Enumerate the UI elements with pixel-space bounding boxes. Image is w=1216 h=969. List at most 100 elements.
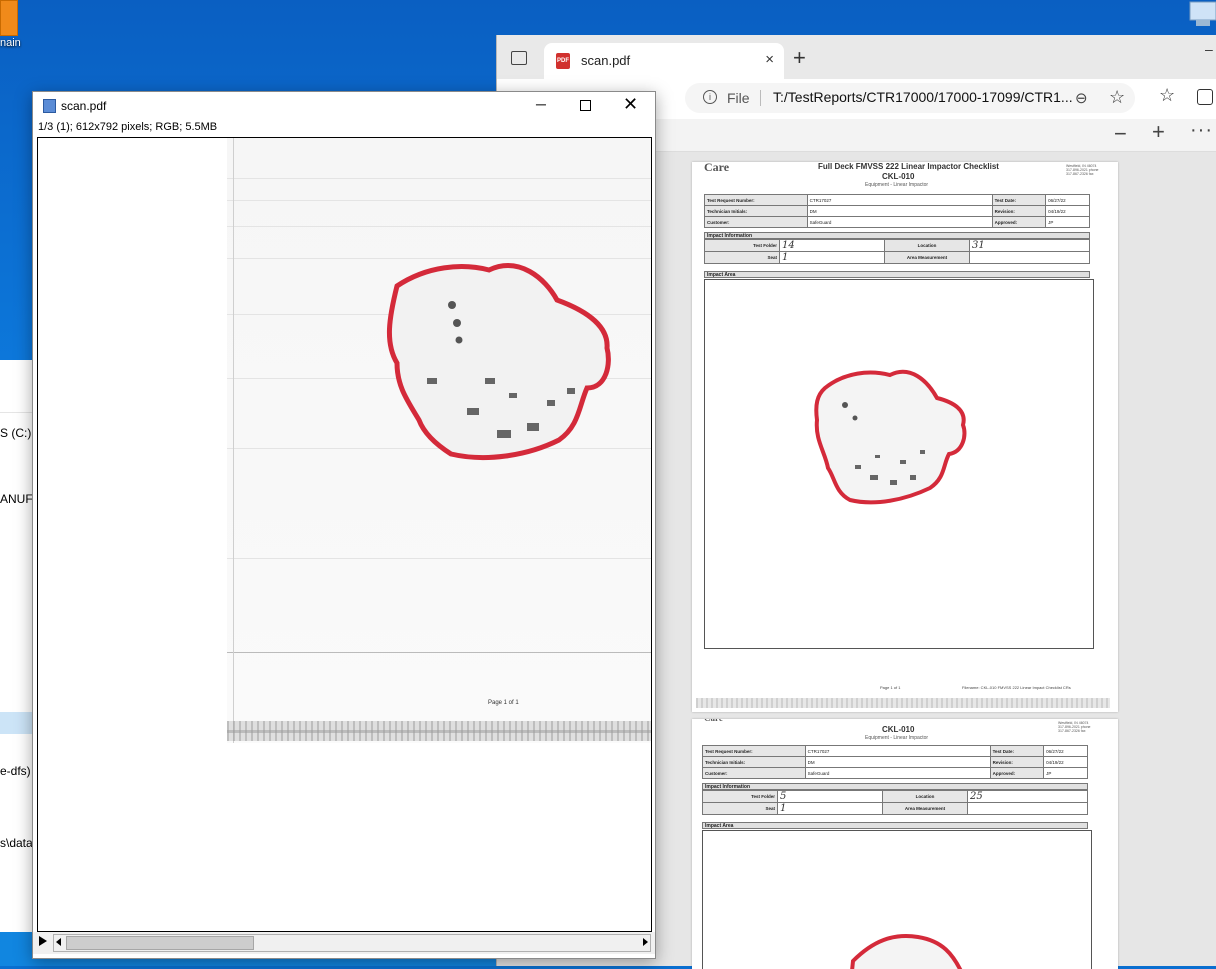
- close-button[interactable]: ✕: [623, 94, 638, 115]
- divider: [0, 412, 34, 413]
- label: Test Folder: [702, 790, 778, 803]
- value: 31: [969, 239, 1090, 252]
- label: Revision:: [991, 205, 1047, 217]
- tab-bar: PDF scan.pdf × + –: [497, 35, 1216, 79]
- zoom-in-icon[interactable]: +: [1152, 119, 1165, 145]
- zoom-icon[interactable]: ⊖: [1075, 89, 1088, 107]
- value: [967, 802, 1088, 815]
- impact-area-box: [702, 830, 1092, 969]
- value: 04/19/22: [1043, 756, 1088, 768]
- company-logo: Care: [704, 162, 730, 174]
- omnibox[interactable]: i File T:/TestReports/CTR17000/17000-170…: [685, 83, 1135, 113]
- value: JP: [1043, 767, 1088, 779]
- page-footer: Page 1 of 1: [488, 700, 519, 706]
- section-header: Impact Information: [704, 232, 1090, 239]
- company-logo: Care: [704, 719, 723, 723]
- favorites-icon[interactable]: ☆: [1159, 85, 1175, 106]
- company-address: Westfield, IN 46074 317-896-2021 phone 3…: [1058, 721, 1091, 733]
- pdf-page-1: Care Full Deck FMVSS 222 Linear Impactor…: [692, 162, 1118, 712]
- label: Area Measurement: [884, 251, 970, 264]
- value: DM: [804, 756, 991, 768]
- info-icon[interactable]: i: [703, 90, 717, 104]
- add-favorite-icon[interactable]: ☆: [1109, 87, 1125, 108]
- value: 06/27/22: [1043, 745, 1088, 757]
- section-header: Impact Area: [702, 822, 1088, 829]
- value: 1: [779, 251, 885, 264]
- viewer-app-icon: [43, 99, 56, 113]
- handwritten-value: 1: [782, 252, 789, 263]
- pdf-page-2: Care CKL-010 Equipment - Linear Impactor…: [692, 719, 1118, 969]
- desktop-app-icon[interactable]: [0, 0, 18, 36]
- label: Test Request Number:: [704, 194, 808, 206]
- new-tab-button[interactable]: +: [793, 45, 806, 71]
- pdf-file-icon: PDF: [556, 53, 570, 69]
- header-info-table: Test Request Number: CTR17027 Test Date: 06…: [702, 745, 1088, 779]
- filename-footer: Filename: CKL-010 FMVSS 222 Linear Impac…: [962, 685, 1071, 690]
- desktop-icon-label[interactable]: nain: [0, 37, 21, 49]
- scrollbar-thumb[interactable]: [66, 936, 254, 950]
- value: 25: [967, 790, 1088, 803]
- this-pc-icon[interactable]: [1186, 0, 1216, 30]
- page-footer: Page 1 of 1: [880, 685, 901, 690]
- value: CTR17027: [804, 745, 991, 757]
- selected-row[interactable]: [0, 712, 34, 734]
- doc-id: CKL-010: [882, 725, 915, 734]
- horizontal-scrollbar[interactable]: [53, 934, 651, 952]
- label: Customer:: [702, 767, 806, 779]
- image-canvas[interactable]: Page 1 of 1: [37, 137, 652, 932]
- impact-area-box: [704, 279, 1094, 649]
- scroll-left-icon[interactable]: [56, 938, 61, 946]
- value: DM: [806, 205, 993, 217]
- play-icon[interactable]: [39, 936, 47, 946]
- label: Test Folder: [704, 239, 780, 252]
- tab-title: scan.pdf: [581, 53, 631, 68]
- section-header: Impact Area: [704, 271, 1090, 278]
- page-title: Full Deck FMVSS 222 Linear Impactor Chec…: [818, 162, 999, 171]
- value: 1: [777, 802, 883, 815]
- address-scheme: File: [727, 90, 750, 106]
- doc-id: CKL-010: [882, 172, 915, 181]
- window-title: scan.pdf: [61, 99, 107, 113]
- collections-icon[interactable]: [1197, 89, 1213, 105]
- label: Area Measurement: [882, 802, 968, 815]
- value: SafeGuard: [806, 216, 993, 228]
- impact-outline-drawing: [387, 263, 611, 461]
- scroll-right-icon[interactable]: [643, 938, 648, 946]
- data-path-item[interactable]: s\data: [0, 836, 33, 850]
- label: Seat: [704, 251, 780, 264]
- label: Location: [884, 239, 970, 252]
- minimize-button[interactable]: ─: [529, 96, 553, 116]
- handwritten-value: 14: [782, 240, 795, 251]
- page-subtitle: Equipment - Linear Impactor: [865, 182, 929, 188]
- scan-noise: [227, 730, 651, 733]
- value: CTR17027: [806, 194, 993, 206]
- address-url[interactable]: T:/TestReports/CTR17000/17000-17099/CTR1…: [773, 89, 1073, 105]
- label: Seat: [702, 802, 778, 815]
- image-viewer-window: scan.pdf ─ ✕ 1/3 (1); 612x792 pixels; RG…: [32, 91, 656, 959]
- zoom-out-icon[interactable]: −: [1114, 121, 1127, 147]
- value: 04/19/22: [1045, 205, 1090, 217]
- label: Technician Initials:: [704, 205, 808, 217]
- value: SafeGuard: [804, 767, 991, 779]
- label: Approved:: [991, 216, 1047, 228]
- label: Location: [882, 790, 968, 803]
- company-address: Westfield, IN 46074 317-896-2021 phone 3…: [1066, 164, 1099, 176]
- impact-outline-drawing: [814, 369, 967, 505]
- scanned-page: Page 1 of 1: [227, 138, 651, 743]
- label: Approved:: [989, 767, 1045, 779]
- title-bar[interactable]: scan.pdf ─ ✕: [33, 92, 655, 120]
- tab-scan-pdf[interactable]: PDF scan.pdf ×: [544, 43, 784, 79]
- file-explorer-window: S (C:) ANUFA e-dfs) ( s\data: [0, 360, 40, 932]
- drive-c-item[interactable]: S (C:): [0, 426, 31, 440]
- tab-actions-icon[interactable]: [511, 51, 527, 65]
- handwritten-value: 31: [972, 240, 985, 251]
- maximize-button[interactable]: [580, 100, 591, 111]
- minimize-icon[interactable]: –: [1205, 41, 1213, 57]
- more-options-icon[interactable]: ···: [1190, 119, 1213, 142]
- close-tab-icon[interactable]: ×: [765, 51, 774, 68]
- handwritten-value: 1: [780, 803, 787, 814]
- value: [969, 251, 1090, 264]
- value: JP: [1045, 216, 1090, 228]
- value: 06/27/22: [1045, 194, 1090, 206]
- impact-outline-drawing: [850, 934, 963, 969]
